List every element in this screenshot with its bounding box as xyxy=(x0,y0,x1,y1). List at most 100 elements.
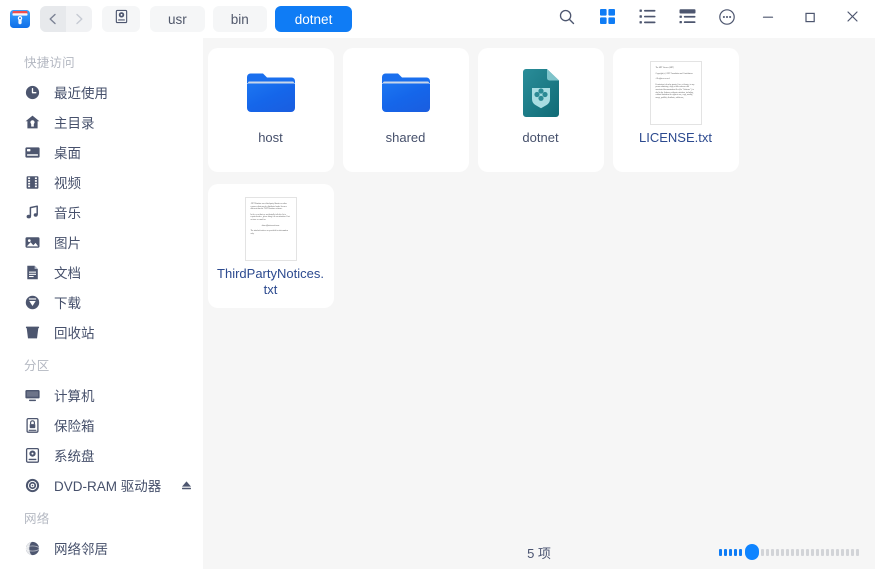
document-icon xyxy=(22,262,42,282)
breadcrumb-usr[interactable]: usr xyxy=(150,6,205,32)
sidebar-item-label: 网络邻居 xyxy=(54,542,108,557)
slider-tick-empty[interactable] xyxy=(806,548,809,556)
close-button[interactable] xyxy=(831,0,873,38)
slider-tick-empty[interactable] xyxy=(851,548,854,556)
download-icon xyxy=(22,292,42,312)
sidebar-group-title-quick-access: 快捷访问 xyxy=(24,56,75,70)
slider-tick-empty[interactable] xyxy=(761,548,764,556)
file-item-shared[interactable]: shared xyxy=(338,48,473,180)
music-note-icon xyxy=(22,202,42,222)
root-disk-button[interactable] xyxy=(102,6,140,32)
slider-tick-filled[interactable] xyxy=(739,548,742,556)
slider-tick-empty[interactable] xyxy=(791,548,794,556)
slider-tick-empty[interactable] xyxy=(826,548,829,556)
sidebar-item-documents[interactable]: 文档 xyxy=(0,257,203,287)
preview-line: Copyright (c) .NET Foundation and Contri… xyxy=(655,72,693,75)
search-button[interactable] xyxy=(547,0,587,38)
file-manager-icon xyxy=(8,7,32,31)
file-item-license-txt[interactable]: The MIT License (MIT) Copyright (c) .NET… xyxy=(608,48,743,180)
monitor-icon xyxy=(22,385,42,405)
slider-tick-filled[interactable] xyxy=(719,548,722,556)
forward-button[interactable] xyxy=(66,6,92,32)
slider-tick-empty[interactable] xyxy=(816,548,819,556)
back-button[interactable] xyxy=(40,6,66,32)
slider-tick-empty[interactable] xyxy=(846,548,849,556)
eject-icon[interactable] xyxy=(179,478,193,492)
slider-tick-empty[interactable] xyxy=(801,548,804,556)
sidebar-item-trash[interactable]: 回收站 xyxy=(0,317,203,347)
slider-tick-empty[interactable] xyxy=(821,548,824,556)
sidebar-item-label: 桌面 xyxy=(54,146,81,161)
sidebar-item-safebox[interactable]: 保险箱 xyxy=(0,410,203,440)
detail-view-button[interactable] xyxy=(667,0,707,38)
minimize-button[interactable] xyxy=(747,0,789,38)
sidebar-group-title-partitions: 分区 xyxy=(24,359,50,373)
slider-tick-empty[interactable] xyxy=(786,548,789,556)
sidebar-item-label: 下载 xyxy=(54,296,81,311)
sidebar-item-downloads[interactable]: 下载 xyxy=(0,287,203,317)
slider-tick-empty[interactable] xyxy=(836,548,839,556)
sidebar-item-system-disk[interactable]: 系统盘 xyxy=(0,440,203,470)
slider-tick-empty[interactable] xyxy=(856,548,859,556)
file-item-thirdpartynotices-txt[interactable]: .NET Runtime uses third-party libraries … xyxy=(203,184,338,316)
file-name: ThirdPartyNotices.txt xyxy=(217,266,324,297)
text-file-thumbnail: The MIT License (MIT) Copyright (c) .NET… xyxy=(643,60,709,126)
titlebar-actions xyxy=(547,0,875,38)
sidebar-item-label: 主目录 xyxy=(54,116,95,131)
file-item-host[interactable]: host xyxy=(203,48,338,180)
list-view-button[interactable] xyxy=(627,0,667,38)
sidebar-item-network-neighborhood[interactable]: 网络邻居 xyxy=(0,533,203,563)
sidebar-item-pictures[interactable]: 图片 xyxy=(0,227,203,257)
film-icon xyxy=(22,172,42,192)
slider-tick-empty[interactable] xyxy=(771,548,774,556)
sidebar-item-videos[interactable]: 视频 xyxy=(0,167,203,197)
preview-line: Permission is hereby granted, free of ch… xyxy=(655,83,695,99)
slider-tick-filled[interactable] xyxy=(724,548,727,556)
slider-tick-empty[interactable] xyxy=(796,548,799,556)
maximize-button[interactable] xyxy=(789,0,831,38)
detail-view-icon xyxy=(679,8,696,30)
sidebar: 快捷访问 最近使用 主目录 桌面 视频 音乐 图片 文档 下载 回收站 分区 计… xyxy=(0,38,203,569)
slider-tick-empty[interactable] xyxy=(766,548,769,556)
file-name: shared xyxy=(385,130,426,145)
file-name: host xyxy=(258,130,283,145)
sidebar-item-music[interactable]: 音乐 xyxy=(0,197,203,227)
file-item-dotnet[interactable]: dotnet xyxy=(473,48,608,180)
more-options-button[interactable] xyxy=(707,0,747,38)
sidebar-item-home[interactable]: 主目录 xyxy=(0,107,203,137)
sidebar-item-label: 最近使用 xyxy=(54,86,108,101)
sidebar-item-recent[interactable]: 最近使用 xyxy=(0,77,203,107)
search-icon xyxy=(558,8,576,31)
breadcrumb-dotnet[interactable]: dotnet xyxy=(274,6,353,32)
safe-lock-icon xyxy=(22,415,42,435)
list-view-icon xyxy=(639,8,656,30)
maximize-icon xyxy=(803,10,817,29)
file-name: LICENSE.txt xyxy=(639,130,712,145)
sidebar-item-label: 系统盘 xyxy=(54,449,95,464)
slider-handle[interactable] xyxy=(745,544,759,560)
icon-size-slider[interactable] xyxy=(719,544,861,560)
slider-tick-empty[interactable] xyxy=(776,548,779,556)
slider-tick-empty[interactable] xyxy=(811,548,814,556)
file-grid: host shared dotnet The MIT License (MIT)… xyxy=(203,38,875,535)
icon-view-button[interactable] xyxy=(587,0,627,38)
optical-disc-icon xyxy=(22,475,42,495)
title-bar: usr bin dotnet xyxy=(0,0,875,38)
slider-tick-empty[interactable] xyxy=(781,548,784,556)
sidebar-item-dvd-ram-drive[interactable]: DVD-RAM 驱动器 xyxy=(0,470,203,500)
file-manager-window: usr bin dotnet 快捷访问 最近使用 主目录 桌面 视频 音乐 图片… xyxy=(0,0,875,569)
sidebar-item-label: 回收站 xyxy=(54,326,95,341)
sidebar-item-label: 图片 xyxy=(54,236,81,251)
slider-tick-empty[interactable] xyxy=(831,548,834,556)
file-area: host shared dotnet The MIT License (MIT)… xyxy=(203,38,875,569)
sidebar-item-label: 保险箱 xyxy=(54,419,95,434)
sidebar-item-computer[interactable]: 计算机 xyxy=(0,380,203,410)
breadcrumb-bin[interactable]: bin xyxy=(212,6,267,32)
image-icon xyxy=(22,232,42,252)
slider-tick-filled[interactable] xyxy=(729,548,732,556)
sidebar-item-desktop[interactable]: 桌面 xyxy=(0,137,203,167)
slider-tick-empty[interactable] xyxy=(841,548,844,556)
slider-tick-filled[interactable] xyxy=(734,548,737,556)
trash-icon xyxy=(22,322,42,342)
sidebar-group-title-network: 网络 xyxy=(24,512,50,526)
